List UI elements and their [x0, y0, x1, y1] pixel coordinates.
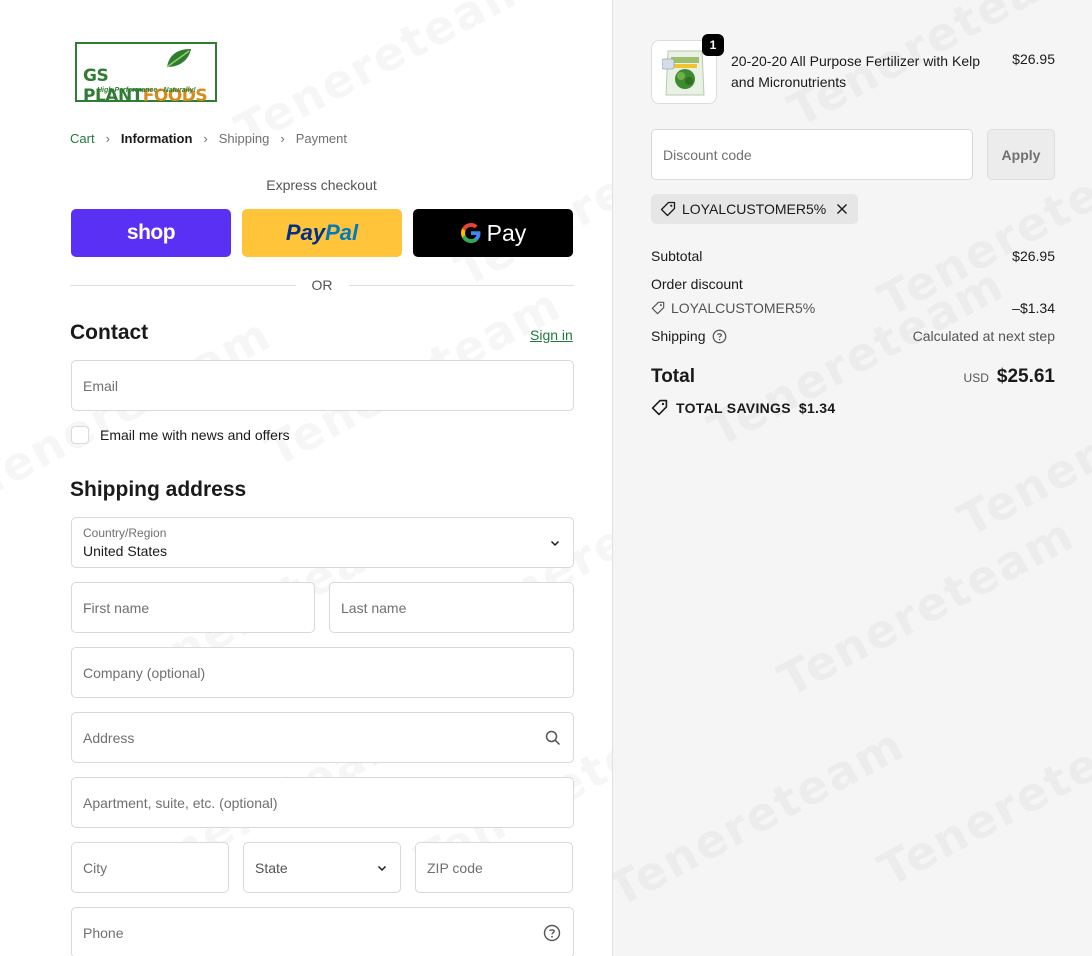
apartment-field[interactable]: Apartment, suite, etc. (optional): [71, 777, 574, 828]
chevron-right-icon: ›: [105, 131, 110, 146]
total-savings: TOTAL SAVINGS $1.34: [651, 399, 835, 416]
state-select[interactable]: State: [243, 842, 401, 893]
zip-field[interactable]: ZIP code: [415, 842, 573, 893]
logo-tagline: High Performance - Naturally!: [97, 87, 196, 94]
sign-in-link[interactable]: Sign in: [530, 327, 573, 343]
email-field[interactable]: Email: [71, 360, 574, 411]
last-name-placeholder: Last name: [341, 599, 407, 616]
applied-discount-code: LOYALCUSTOMER5%: [682, 201, 827, 217]
country-select[interactable]: Country/Region United States: [71, 517, 574, 568]
savings-value: $1.34: [798, 399, 836, 416]
divider-line: [348, 284, 574, 286]
chevron-right-icon: ›: [280, 131, 285, 146]
divider-line: [70, 284, 296, 286]
news-offers-label: Email me with news and offers: [100, 427, 290, 443]
address-placeholder: Address: [83, 729, 135, 746]
google-pay-label: Pay: [486, 219, 527, 246]
shipping-label: Shipping: [651, 328, 706, 344]
shipping-row: Shipping Calculated at next step: [651, 328, 1055, 344]
shipping-label-group: Shipping: [651, 328, 727, 344]
company-placeholder: Company (optional): [83, 664, 206, 681]
discount-code-row: LOYALCUSTOMER5% –$1.34: [651, 300, 1055, 316]
google-pay-button[interactable]: Pay: [413, 209, 573, 257]
discount-value: –$1.34: [1012, 300, 1055, 316]
chevron-down-icon: [377, 865, 387, 871]
paypal-label-pay: Pay: [285, 220, 326, 245]
address-field[interactable]: Address: [71, 712, 574, 763]
express-checkout-title: Express checkout: [266, 177, 377, 193]
logo-text: GS PLANTFOODS: [83, 66, 208, 106]
remove-discount-button[interactable]: [836, 203, 848, 215]
shipping-value: Calculated at next step: [912, 328, 1055, 344]
discount-code-placeholder: Discount code: [663, 146, 752, 163]
chevron-right-icon: ›: [203, 131, 208, 146]
google-g-icon: [460, 223, 481, 243]
breadcrumb-cart[interactable]: Cart: [70, 131, 95, 146]
applied-discount-chip: LOYALCUSTOMER5%: [651, 194, 859, 224]
watermark: Tenereteam: [446, 97, 612, 298]
total-label: Total: [651, 366, 695, 387]
product-price: $26.95: [1012, 51, 1055, 67]
quantity-badge: 1: [702, 34, 724, 56]
paypal-button[interactable]: Pay Pal: [242, 209, 402, 257]
first-name-field[interactable]: First name: [71, 582, 315, 633]
tag-icon: [660, 201, 676, 217]
city-field[interactable]: City: [71, 842, 229, 893]
or-text: OR: [311, 277, 333, 293]
discount-code-name: LOYALCUSTOMER5%: [671, 300, 816, 316]
discount-code-field[interactable]: Discount code: [651, 129, 973, 180]
first-name-placeholder: First name: [83, 599, 150, 616]
shop-pay-label: shop: [126, 221, 176, 244]
breadcrumb: Cart › Information › Shipping › Payment: [70, 131, 347, 146]
chevron-down-icon: [550, 540, 560, 546]
news-offers-checkbox[interactable]: [71, 426, 89, 444]
phone-field[interactable]: Phone: [71, 907, 574, 956]
store-logo[interactable]: GS PLANTFOODS High Performance - Natural…: [75, 42, 217, 106]
total-value-group: USD $25.61: [964, 366, 1055, 388]
subtotal-value: $26.95: [1012, 248, 1055, 264]
email-placeholder: Email: [83, 377, 119, 394]
savings-label: TOTAL SAVINGS: [676, 399, 791, 416]
discount-code-line: LOYALCUSTOMER5%: [651, 300, 815, 316]
breadcrumb-payment: Payment: [295, 131, 348, 146]
tag-icon: [651, 301, 665, 315]
zip-placeholder: ZIP code: [427, 859, 483, 876]
last-name-field[interactable]: Last name: [329, 582, 574, 633]
breadcrumb-information: Information: [120, 131, 193, 146]
country-label: Country/Region: [83, 526, 167, 540]
watermark: Tenereteam: [613, 717, 913, 918]
fertilizer-bag-image: [662, 50, 705, 96]
contact-heading: Contact: [70, 321, 149, 344]
state-placeholder: State: [255, 859, 288, 876]
help-icon[interactable]: [712, 329, 727, 344]
close-icon: [837, 204, 848, 214]
total-value: $25.61: [996, 366, 1055, 387]
currency-code: USD: [963, 371, 989, 385]
company-field[interactable]: Company (optional): [71, 647, 574, 698]
subtotal-label: Subtotal: [651, 248, 703, 264]
product-thumbnail: 1: [651, 34, 724, 104]
tag-icon: [651, 399, 668, 416]
search-icon: [545, 730, 561, 745]
order-discount-label: Order discount: [651, 276, 743, 292]
help-icon[interactable]: [543, 924, 561, 942]
paypal-label-pal: Pal: [325, 220, 359, 245]
news-offers-option[interactable]: Email me with news and offers: [71, 426, 290, 444]
apply-discount-button[interactable]: Apply: [987, 129, 1055, 180]
subtotal-row: Subtotal $26.95: [651, 248, 1055, 264]
product-name: 20-20-20 All Purpose Fertilizer with Kel…: [731, 53, 981, 90]
city-placeholder: City: [83, 859, 108, 876]
order-discount-row: Order discount: [651, 276, 1055, 292]
watermark: Tenereteam: [769, 507, 1083, 708]
shipping-address-heading: Shipping address: [70, 478, 247, 501]
country-value: United States: [83, 543, 168, 559]
total-row: Total USD $25.61: [651, 366, 1055, 388]
shop-pay-button[interactable]: shop: [71, 209, 231, 257]
phone-placeholder: Phone: [83, 924, 124, 941]
apartment-placeholder: Apartment, suite, etc. (optional): [83, 794, 278, 811]
or-divider: OR: [70, 276, 574, 294]
watermark: Tenereteam: [869, 697, 1092, 898]
breadcrumb-shipping: Shipping: [218, 131, 270, 146]
